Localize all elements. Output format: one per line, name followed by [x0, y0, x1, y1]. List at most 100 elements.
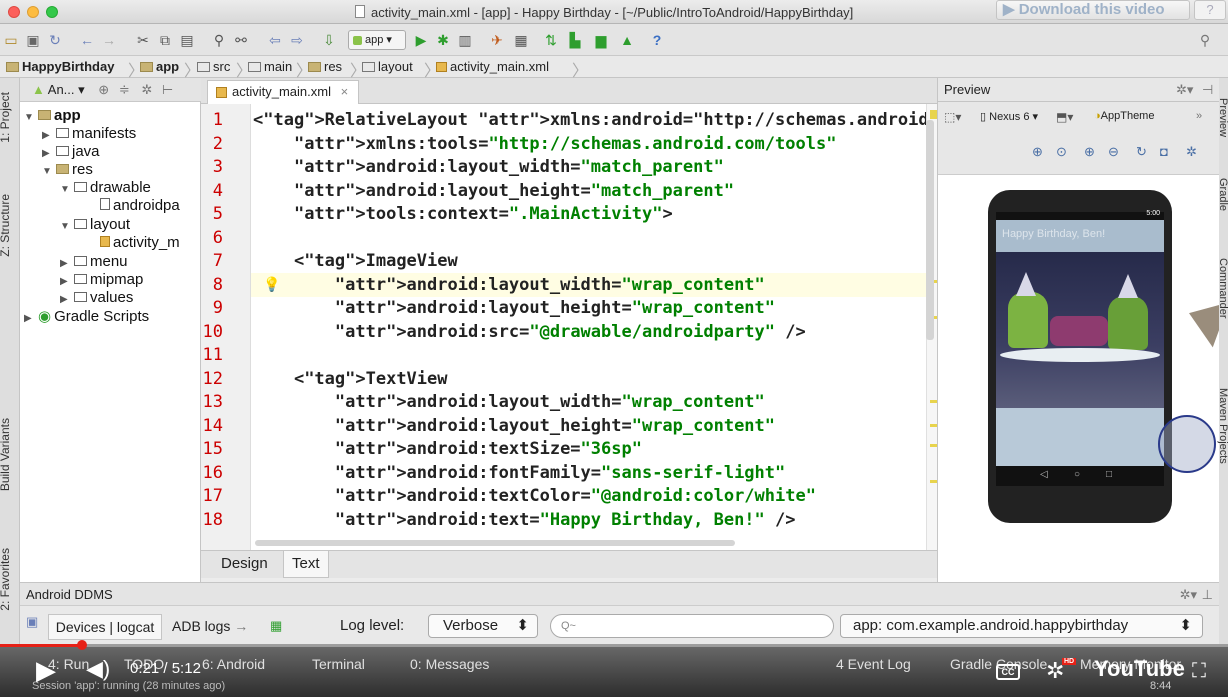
code-line[interactable]: "attr">android:textColor="@android:color… — [253, 486, 816, 506]
code-line[interactable]: "attr">xmlns:tools="http://schemas.andro… — [253, 134, 836, 154]
fullscreen-icon[interactable]: ⛶ — [1192, 660, 1206, 683]
project-structure-icon[interactable]: ▦ — [514, 31, 528, 49]
code-line[interactable]: "attr">android:layout_height="match_pare… — [253, 181, 734, 201]
play-icon[interactable]: ▶ — [36, 655, 56, 686]
expand-arrow-icon[interactable]: ▼ — [42, 163, 56, 181]
horizontal-scrollbar[interactable] — [255, 540, 735, 546]
minimize-window-button[interactable] — [27, 6, 39, 18]
code-line[interactable]: "attr">android:text="Happy Birthday, Ben… — [253, 510, 796, 530]
tab-project[interactable]: 1: Project — [0, 92, 12, 143]
refresh-icon[interactable]: ↻ — [1136, 144, 1147, 160]
tab-text[interactable]: Text — [283, 551, 329, 578]
collapse-arrow-icon[interactable]: ▶ — [60, 291, 74, 309]
expand-arrow-icon[interactable]: ▼ — [60, 218, 74, 236]
warning-mark[interactable] — [930, 480, 937, 483]
hide-icon[interactable]: ⊢ — [162, 82, 173, 97]
tree-item-java[interactable]: ▶ java — [42, 143, 100, 163]
screen-capture-icon[interactable]: ▣ — [26, 614, 38, 630]
collapse-icon[interactable]: ≑ — [119, 82, 130, 97]
collapse-arrow-icon[interactable]: ▶ — [24, 310, 38, 328]
tool-event-log[interactable]: 4 Event Log — [836, 656, 911, 672]
tab-structure[interactable]: Z: Structure — [0, 194, 12, 257]
nav-forward-icon[interactable]: ⇨ — [290, 31, 304, 49]
tab-preview[interactable]: Preview — [1217, 98, 1228, 137]
debug-icon[interactable]: ✱ — [436, 31, 450, 49]
settings-icon[interactable]: ✲ — [1186, 144, 1197, 160]
run-config-select[interactable]: app ▾ — [348, 30, 406, 50]
warning-mark[interactable] — [930, 444, 937, 447]
captions-icon[interactable]: CC — [996, 664, 1020, 680]
orientation-icon[interactable]: ⬒▾ — [1056, 110, 1073, 124]
sync-icon[interactable]: ↻ — [48, 31, 62, 49]
download-video-button[interactable]: ▶ Download this video — [996, 0, 1190, 20]
gear-icon[interactable]: ✲▾ — [1180, 583, 1197, 606]
attach-debugger-icon[interactable]: ▥ — [458, 31, 472, 49]
screenshot-icon[interactable]: ◘ — [1160, 144, 1168, 159]
warning-mark[interactable] — [930, 424, 937, 427]
avd-manager-icon[interactable]: ✈ — [490, 31, 504, 49]
tree-item-layout[interactable]: ▼ layout — [60, 216, 130, 236]
android-device-icon[interactable]: ▲ — [620, 31, 634, 49]
tab-maven-projects[interactable]: Maven Projects — [1217, 388, 1228, 464]
logcat-search-input[interactable]: Q~ — [550, 614, 834, 638]
close-window-button[interactable] — [8, 6, 20, 18]
code-line[interactable]: "attr">tools:context=".MainActivity"> — [253, 204, 673, 224]
cut-icon[interactable]: ✂ — [136, 31, 150, 49]
volume-icon[interactable]: ◀) — [86, 656, 110, 682]
sync-scroll-icon[interactable]: ⊕ — [98, 82, 109, 97]
open-folder-icon[interactable]: ▭ — [4, 31, 18, 49]
code-line[interactable]: "attr">android:fontFamily="sans-serif-li… — [253, 463, 785, 483]
video-progress-track[interactable] — [0, 644, 1228, 647]
zoom-out-icon[interactable]: ⊖ — [1108, 144, 1119, 160]
tab-design[interactable]: Design — [213, 551, 276, 578]
crumb-module[interactable]: app — [140, 59, 179, 75]
more-icon[interactable]: » — [1196, 110, 1202, 122]
tree-item-menu[interactable]: ▶ menu — [60, 253, 128, 273]
crumb-res[interactable]: res — [308, 59, 342, 75]
app-filter-select[interactable]: app: com.example.android.happybirthday ⬍ — [840, 614, 1203, 638]
hide-icon[interactable]: ⊥ — [1202, 583, 1213, 606]
sdk-manager-icon[interactable]: ▙ — [568, 31, 582, 49]
layout-config-icon[interactable]: ⬚▾ — [944, 110, 961, 124]
tab-gradle[interactable]: Gradle — [1217, 178, 1228, 211]
youtube-logo[interactable]: YouTube — [1094, 656, 1185, 682]
log-level-select[interactable]: Verbose ⬍ — [428, 614, 538, 638]
tree-item-app[interactable]: ▼ app — [24, 107, 81, 127]
device-monitor-icon[interactable]: ▆ — [594, 31, 608, 49]
code-line[interactable]: "attr">android:layout_width="wrap_conten… — [253, 275, 765, 295]
save-icon[interactable]: ▣ — [26, 31, 40, 49]
tree-item-mipmap[interactable]: ▶ mipmap — [60, 271, 143, 291]
nav-back-icon[interactable]: ⇦ — [268, 31, 282, 49]
tree-item-gradle-scripts[interactable]: ▶ ◉ Gradle Scripts — [24, 308, 149, 328]
tree-item-values[interactable]: ▶ values — [60, 289, 133, 309]
code-line[interactable]: "attr">android:src="@drawable/androidpar… — [253, 322, 806, 342]
zoom-actual-icon[interactable]: ⊙ — [1056, 144, 1067, 160]
tool-messages[interactable]: 0: Messages — [410, 656, 489, 672]
help-icon[interactable]: ? — [650, 31, 664, 49]
tree-item-manifests[interactable]: ▶ manifests — [42, 125, 136, 145]
tool-android[interactable]: 6: Android — [202, 656, 265, 672]
crumb-main[interactable]: main — [248, 59, 292, 75]
project-view-select[interactable]: An... — [48, 82, 75, 97]
tree-item-activity-main[interactable]: activity_m — [100, 234, 180, 252]
copy-icon[interactable]: ⧉ — [158, 31, 172, 49]
code-line[interactable]: "attr">android:layout_height="wrap_conte… — [253, 298, 775, 318]
tab-commander[interactable]: Commander — [1217, 258, 1228, 319]
tree-item-res[interactable]: ▼ res — [42, 161, 93, 181]
code-line[interactable]: "attr">android:textSize="36sp" — [253, 439, 642, 459]
crumb-file[interactable]: activity_main.xml — [436, 59, 549, 75]
tab-devices-logcat[interactable]: Devices | logcat — [48, 614, 162, 640]
tool-terminal[interactable]: Terminal — [312, 656, 365, 672]
code-line[interactable]: "attr">android:layout_height="wrap_conte… — [253, 416, 775, 436]
tab-adb-logs[interactable]: ADB logs → — [166, 614, 258, 640]
run-icon[interactable]: ▶ — [414, 31, 428, 49]
gradle-sync-icon[interactable]: ⇅ — [544, 31, 558, 49]
back-icon[interactable]: ← — [80, 31, 94, 49]
expand-arrow-icon[interactable]: ▼ — [24, 109, 38, 127]
paste-icon[interactable]: ▤ — [180, 31, 194, 49]
crumb-project[interactable]: HappyBirthday — [6, 59, 114, 75]
replace-icon[interactable]: ⚯ — [234, 31, 248, 49]
search-everywhere-icon[interactable]: ⚲ — [1198, 31, 1212, 49]
terminate-icon[interactable]: ▦ — [270, 618, 282, 634]
code-line[interactable]: <"tag">RelativeLayout "attr">xmlns:andro… — [253, 110, 937, 130]
